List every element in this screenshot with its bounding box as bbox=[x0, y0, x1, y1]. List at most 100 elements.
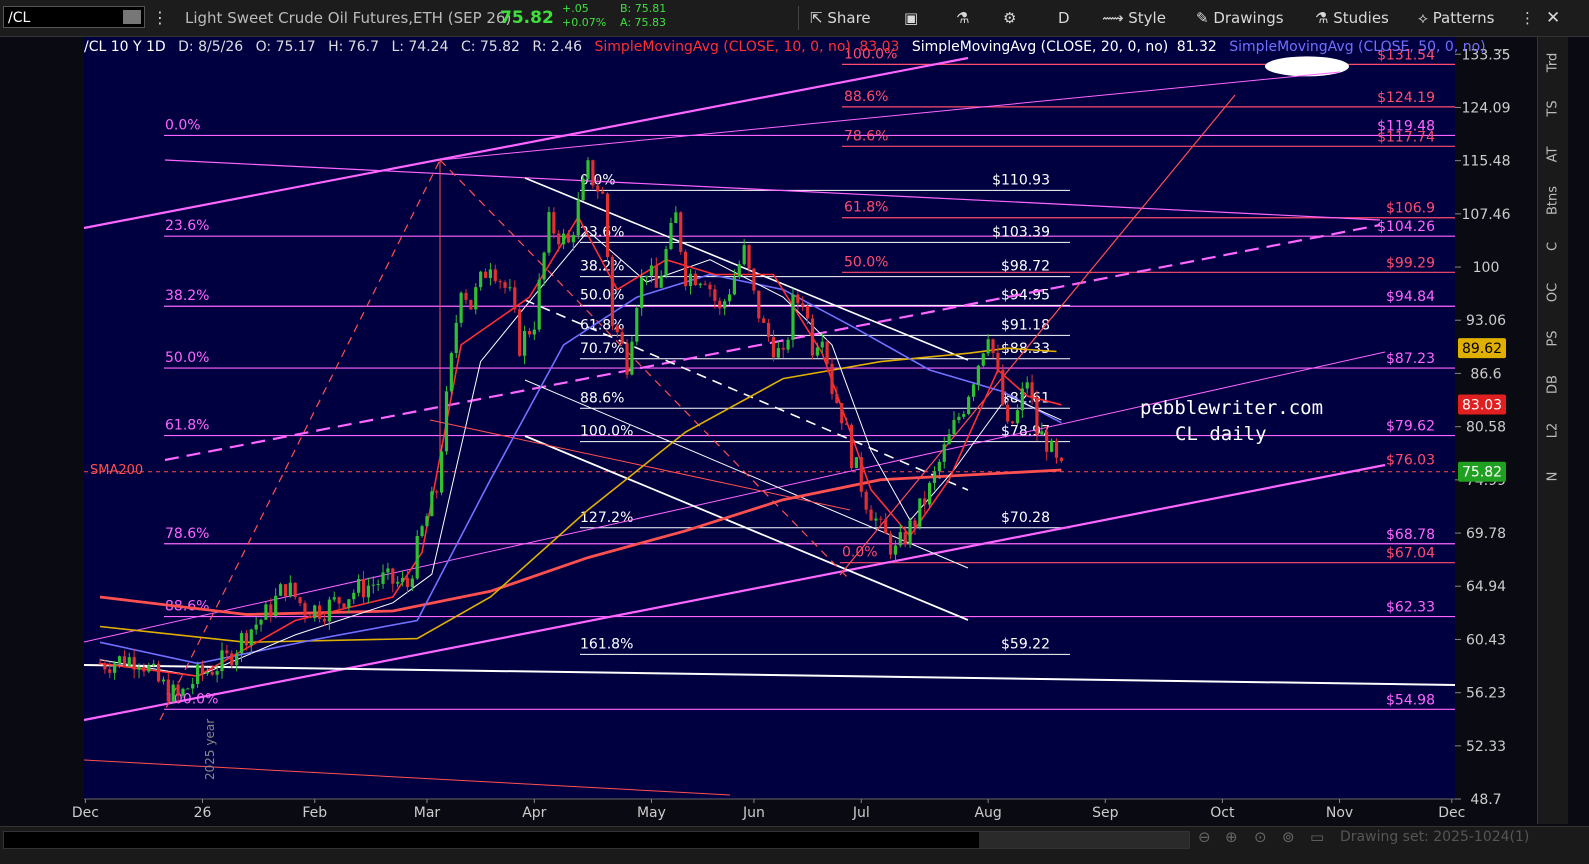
candle-body bbox=[908, 520, 912, 545]
candle-body bbox=[928, 482, 932, 505]
right-price-label: $124.19 bbox=[1377, 90, 1435, 106]
zoom-out-icon[interactable]: ⊖ bbox=[1198, 828, 1211, 846]
side-tab-ps[interactable]: PS bbox=[1546, 324, 1561, 354]
candle-body bbox=[542, 252, 546, 280]
candle-body bbox=[893, 545, 898, 555]
candle-body bbox=[903, 532, 907, 545]
candle-body bbox=[361, 578, 366, 598]
scrollbar-thumb[interactable] bbox=[979, 832, 1189, 848]
candle-body bbox=[1050, 440, 1054, 452]
side-tab-db[interactable]: DB bbox=[1546, 370, 1561, 400]
bar-low: L: 74.24 bbox=[391, 39, 449, 55]
candle-body bbox=[191, 683, 195, 689]
side-tab-btns[interactable]: Btns bbox=[1546, 186, 1561, 216]
price-axis[interactable] bbox=[1455, 37, 1537, 799]
candle-body bbox=[137, 667, 141, 670]
candle-body bbox=[381, 572, 385, 584]
right-price-label: $68.78 bbox=[1386, 527, 1435, 543]
candle-body bbox=[488, 269, 492, 278]
candle-body bbox=[98, 663, 102, 665]
fib-red-label: 61.8% bbox=[844, 200, 888, 216]
side-tab-ts[interactable]: TS bbox=[1546, 94, 1561, 124]
candle-body bbox=[264, 604, 268, 620]
price-badge-text: 83.03 bbox=[1462, 398, 1502, 414]
candle-body bbox=[557, 233, 561, 245]
y-tick-label: 124.09 bbox=[1462, 100, 1511, 116]
right-price-label: $99.29 bbox=[1386, 255, 1435, 271]
side-tab-trd[interactable]: Trd bbox=[1546, 48, 1561, 78]
candle-body bbox=[1059, 457, 1063, 462]
x-tick-label: May bbox=[637, 805, 666, 821]
candle-body bbox=[532, 329, 536, 335]
sma10-label[interactable]: SimpleMovingAvg (CLOSE, 10, 0, no) bbox=[595, 39, 851, 55]
candle-body bbox=[684, 251, 688, 287]
candle-body bbox=[630, 341, 634, 375]
candle-body bbox=[352, 592, 356, 600]
candle-body bbox=[732, 276, 736, 295]
candle-body bbox=[713, 289, 717, 301]
candle-body bbox=[723, 301, 727, 309]
side-tab-oc[interactable]: OC bbox=[1546, 278, 1561, 308]
zoom-in-icon[interactable]: ⊕ bbox=[1225, 828, 1238, 846]
candle-body bbox=[610, 257, 614, 326]
candle-body bbox=[522, 331, 527, 356]
candle-body bbox=[200, 664, 205, 674]
candle-body bbox=[205, 671, 209, 674]
candle-body bbox=[601, 191, 605, 194]
x-tick-label: Nov bbox=[1326, 805, 1353, 821]
candle-body bbox=[830, 363, 834, 394]
sma20-label[interactable]: SimpleMovingAvg (CLOSE, 20, 0, no) bbox=[912, 39, 1168, 55]
zoom-reset-icon[interactable]: ⊚ bbox=[1282, 828, 1295, 846]
year-marker: 2025 year bbox=[203, 719, 217, 780]
bar-range: R: 2.46 bbox=[532, 39, 583, 55]
candle-body bbox=[239, 633, 244, 654]
fib-mid-price: $70.28 bbox=[1001, 510, 1050, 526]
fib-red-label: 88.6% bbox=[844, 89, 888, 105]
candle-body bbox=[230, 653, 234, 666]
x-tick-label: Dec bbox=[1438, 805, 1465, 821]
candle-body bbox=[371, 584, 375, 586]
y-tick-label: 48.7 bbox=[1470, 792, 1501, 808]
drawing-set-icon[interactable]: ▭ bbox=[1310, 828, 1324, 846]
candle-body bbox=[298, 597, 302, 604]
candle-body bbox=[801, 303, 805, 306]
fib-mid-price: $94.95 bbox=[1001, 287, 1050, 303]
candle-body bbox=[215, 671, 219, 675]
candle-body bbox=[127, 657, 131, 667]
candle-body bbox=[620, 332, 624, 344]
candle-body bbox=[1006, 404, 1010, 422]
sma50-label[interactable]: SimpleMovingAvg (CLOSE, 50, 0, no) bbox=[1229, 39, 1485, 55]
side-tab-n[interactable]: N bbox=[1546, 462, 1561, 492]
target-ellipse bbox=[1265, 56, 1349, 77]
candle-body bbox=[425, 516, 429, 527]
fib-left-label: 61.8% bbox=[165, 418, 209, 434]
right-price-label: $106.9 bbox=[1386, 201, 1435, 217]
side-tab-c[interactable]: C bbox=[1546, 232, 1561, 262]
more-studies[interactable]: ... bbox=[1494, 39, 1507, 55]
price-chart[interactable]: 0.0% 23.6% 38.2% 50.0% 61.8% 78.6% 88.6% 100.0%… bbox=[0, 0, 1589, 863]
candle-body bbox=[776, 348, 780, 358]
candle-body bbox=[386, 568, 390, 573]
candle-body bbox=[366, 585, 370, 598]
drawing-set-label: Drawing set: 2025-1024(1) bbox=[1340, 829, 1530, 845]
y-tick-label: 93.06 bbox=[1466, 313, 1506, 329]
time-scrollbar[interactable] bbox=[3, 831, 1190, 849]
candle-body bbox=[586, 160, 590, 179]
candle-body bbox=[869, 509, 873, 521]
side-tab-l2[interactable]: L2 bbox=[1546, 416, 1561, 446]
candle-body bbox=[976, 365, 980, 385]
fib-red-label: 0.0% bbox=[842, 545, 878, 561]
candle-body bbox=[596, 185, 600, 192]
candle-body bbox=[503, 282, 507, 288]
y-tick-label: 115.48 bbox=[1462, 154, 1511, 170]
candle-body bbox=[703, 283, 707, 285]
candle-body bbox=[249, 629, 253, 646]
right-price-label: $104.26 bbox=[1377, 219, 1435, 235]
candle-body bbox=[957, 416, 961, 421]
candle-body bbox=[796, 294, 800, 304]
candle-body bbox=[581, 178, 585, 201]
candle-body bbox=[996, 352, 1000, 370]
candle-body bbox=[898, 532, 902, 546]
side-tab-at[interactable]: AT bbox=[1546, 140, 1561, 170]
zoom-fit-icon[interactable]: ⊙ bbox=[1254, 828, 1267, 846]
